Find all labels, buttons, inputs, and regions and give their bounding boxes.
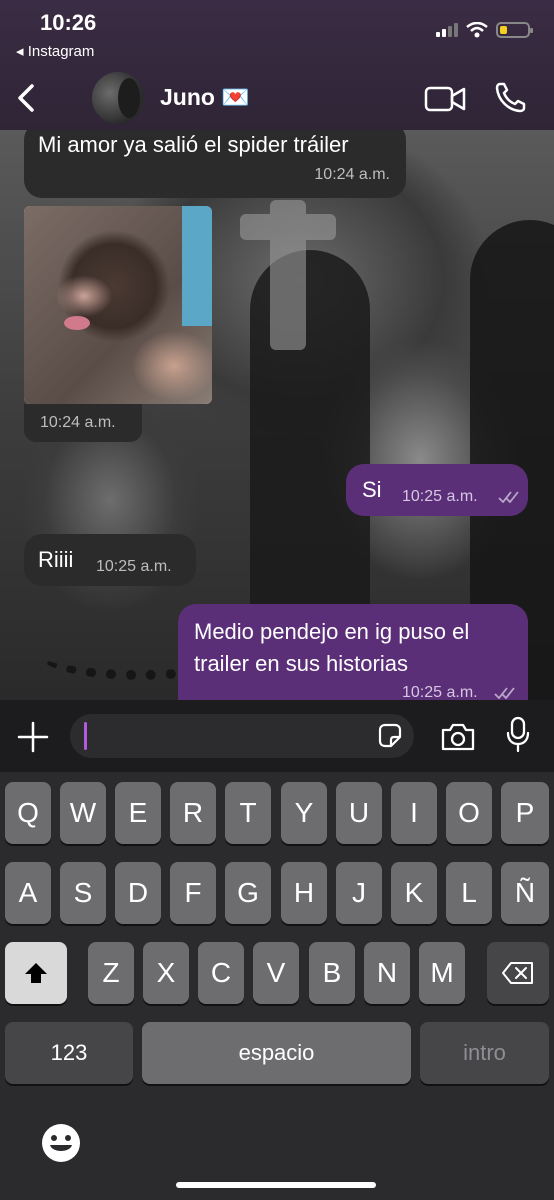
- read-ticks-icon: [498, 491, 519, 503]
- battery-icon: [496, 22, 533, 38]
- signal-icon: [436, 23, 458, 37]
- key-h[interactable]: H: [281, 862, 327, 924]
- shift-key[interactable]: [5, 942, 67, 1004]
- key-w[interactable]: W: [60, 782, 106, 844]
- message-text: Si: [362, 477, 382, 502]
- phone-icon[interactable]: [494, 80, 528, 114]
- chat-header: 10:26 ◂ Instagram Juno 💌: [0, 0, 554, 130]
- key-y[interactable]: Y: [281, 782, 327, 844]
- key-q[interactable]: Q: [5, 782, 51, 844]
- backspace-key[interactable]: [487, 942, 549, 1004]
- incoming-message[interactable]: Mi amor ya salió el spider tráiler 10:24…: [24, 130, 406, 198]
- photo-content: [182, 206, 212, 326]
- message-composer: [0, 700, 554, 772]
- message-time: 10:25 a.m.: [96, 558, 172, 575]
- message-time: 10:25 a.m.: [402, 684, 478, 700]
- key-p[interactable]: P: [501, 782, 549, 844]
- numbers-key[interactable]: 123: [5, 1022, 133, 1084]
- key-j[interactable]: J: [336, 862, 382, 924]
- key-enye[interactable]: Ñ: [501, 862, 549, 924]
- space-key[interactable]: espacio: [142, 1022, 411, 1084]
- photo-content: [64, 316, 90, 330]
- video-call-icon[interactable]: [424, 86, 466, 112]
- key-d[interactable]: D: [115, 862, 161, 924]
- back-chevron-icon[interactable]: [12, 80, 42, 116]
- key-l[interactable]: L: [446, 862, 492, 924]
- key-c[interactable]: C: [198, 942, 244, 1004]
- backspace-icon: [502, 962, 533, 984]
- contact-avatar[interactable]: [92, 72, 144, 124]
- message-time: 10:24 a.m.: [40, 414, 116, 431]
- shift-icon: [25, 963, 47, 983]
- key-u[interactable]: U: [336, 782, 382, 844]
- key-i[interactable]: I: [391, 782, 437, 844]
- message-input[interactable]: [70, 714, 414, 758]
- return-key[interactable]: intro: [420, 1022, 549, 1084]
- message-time: 10:24 a.m.: [314, 166, 390, 183]
- status-icons: [436, 22, 533, 38]
- key-s[interactable]: S: [60, 862, 106, 924]
- key-n[interactable]: N: [364, 942, 410, 1004]
- photo-message-footer: 10:24 a.m.: [24, 404, 142, 442]
- status-time: 10:26: [40, 10, 97, 35]
- key-a[interactable]: A: [5, 862, 51, 924]
- wallpaper-shape: [240, 200, 336, 350]
- contact-name[interactable]: Juno 💌: [160, 84, 250, 111]
- plus-icon[interactable]: [16, 720, 50, 754]
- read-ticks-icon: [494, 687, 515, 699]
- key-o[interactable]: O: [446, 782, 492, 844]
- key-r[interactable]: R: [170, 782, 216, 844]
- camera-icon[interactable]: [440, 722, 476, 752]
- key-b[interactable]: B: [309, 942, 355, 1004]
- home-indicator[interactable]: [176, 1182, 376, 1188]
- message-text: Riiii: [38, 547, 74, 572]
- message-text: Medio pendejo en ig puso el trailer en s…: [194, 619, 470, 676]
- key-z[interactable]: Z: [88, 942, 134, 1004]
- incoming-message[interactable]: Riiii 10:25 a.m.: [24, 534, 196, 586]
- mic-icon[interactable]: [506, 716, 530, 754]
- key-f[interactable]: F: [170, 862, 216, 924]
- text-cursor: [84, 722, 87, 750]
- key-x[interactable]: X: [143, 942, 189, 1004]
- emoji-icon[interactable]: [40, 1122, 82, 1164]
- outgoing-message[interactable]: Medio pendejo en ig puso el trailer en s…: [178, 604, 528, 700]
- key-e[interactable]: E: [115, 782, 161, 844]
- wifi-icon: [466, 22, 488, 38]
- outgoing-message[interactable]: Si 10:25 a.m.: [346, 464, 528, 516]
- keyboard: Q W E R T Y U I O P A S D F G H J K L Ñ …: [0, 772, 554, 1200]
- message-text: Mi amor ya salió el spider tráiler: [38, 132, 349, 157]
- photo-message[interactable]: [24, 206, 212, 404]
- sticker-icon[interactable]: [376, 722, 404, 750]
- key-g[interactable]: G: [225, 862, 271, 924]
- key-v[interactable]: V: [253, 942, 299, 1004]
- key-t[interactable]: T: [225, 782, 271, 844]
- chat-area[interactable]: Mi amor ya salió el spider tráiler 10:24…: [0, 130, 554, 700]
- key-k[interactable]: K: [391, 862, 437, 924]
- back-to-app-link[interactable]: ◂ Instagram: [16, 42, 94, 60]
- key-m[interactable]: M: [419, 942, 465, 1004]
- message-time: 10:25 a.m.: [402, 488, 478, 505]
